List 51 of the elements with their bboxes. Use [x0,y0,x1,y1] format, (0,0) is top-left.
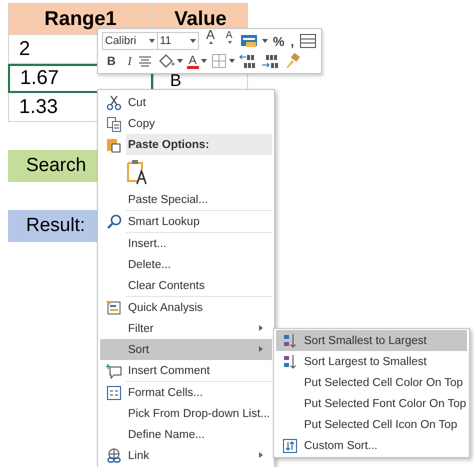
column-header: Range1 [8,3,153,35]
paint-bucket-icon[interactable] [156,53,175,69]
caret-icon[interactable] [228,59,235,63]
format-cells-icon [106,384,122,400]
quick-analysis-icon [106,300,122,316]
menu-item[interactable]: Paste Special... [100,189,272,210]
menu-item[interactable]: Insert Comment [100,360,272,381]
clipboard-icon [106,136,122,152]
menu-item[interactable]: Delete... [100,254,272,275]
globe-link-icon [106,448,122,464]
paste-button[interactable] [126,159,148,185]
search-icon [106,214,122,230]
menu-item[interactable]: Smart Lookup [100,211,272,232]
scissors-icon [106,94,122,110]
sort-ascending-icon [282,332,298,348]
menu-item[interactable]: Format Cells... [100,382,272,403]
menu-item[interactable]: Put Selected Font Color On Top [276,393,467,414]
menu-item[interactable]: Put Selected Cell Icon On Top [276,414,467,435]
bold-button[interactable]: B [106,55,117,67]
menu-item[interactable]: Sort Largest to Smallest [276,351,467,372]
copy-icon [106,116,122,132]
caret-icon[interactable] [200,59,207,63]
comment-icon [106,362,122,378]
font-color-button[interactable]: A [186,54,199,68]
menu-item[interactable]: Quick Analysis [100,297,272,318]
size-field[interactable]: 11 [156,32,199,50]
menu-item[interactable]: Put Selected Cell Color On Top [276,372,467,393]
number-format-button[interactable]: , [289,34,296,48]
table-style-icon[interactable] [240,33,260,49]
caret-icon[interactable] [176,59,183,63]
custom-sort-icon [282,438,298,454]
caret-icon[interactable] [262,39,268,43]
menu-item[interactable]: Sort Smallest to Largest [276,330,467,351]
menu-item[interactable]: Insert... [100,233,272,254]
font-field[interactable]: Calibri [102,32,158,50]
number-format-button[interactable]: % [272,34,286,48]
search-label: Search [8,150,97,182]
menu-item[interactable]: Filter [100,318,272,339]
menu-item[interactable]: Pick From Drop-down List... [100,403,272,424]
menu-item[interactable]: Define Name... [100,424,272,445]
decrease-decimal-icon[interactable] [260,53,279,69]
menu-item[interactable]: Clear Contents [100,275,272,296]
wrap-text-icon[interactable] [299,33,317,49]
section-header: Paste Options: [126,134,272,155]
menu-item[interactable]: Custom Sort... [276,435,467,456]
increase-decimal-icon[interactable] [238,53,257,69]
menu-item[interactable]: Link [100,445,272,466]
menu-item[interactable]: Sort [100,339,272,360]
italic-button[interactable]: I [126,55,133,67]
sort-descending-icon [282,354,298,370]
result-label: Result: [8,210,97,242]
